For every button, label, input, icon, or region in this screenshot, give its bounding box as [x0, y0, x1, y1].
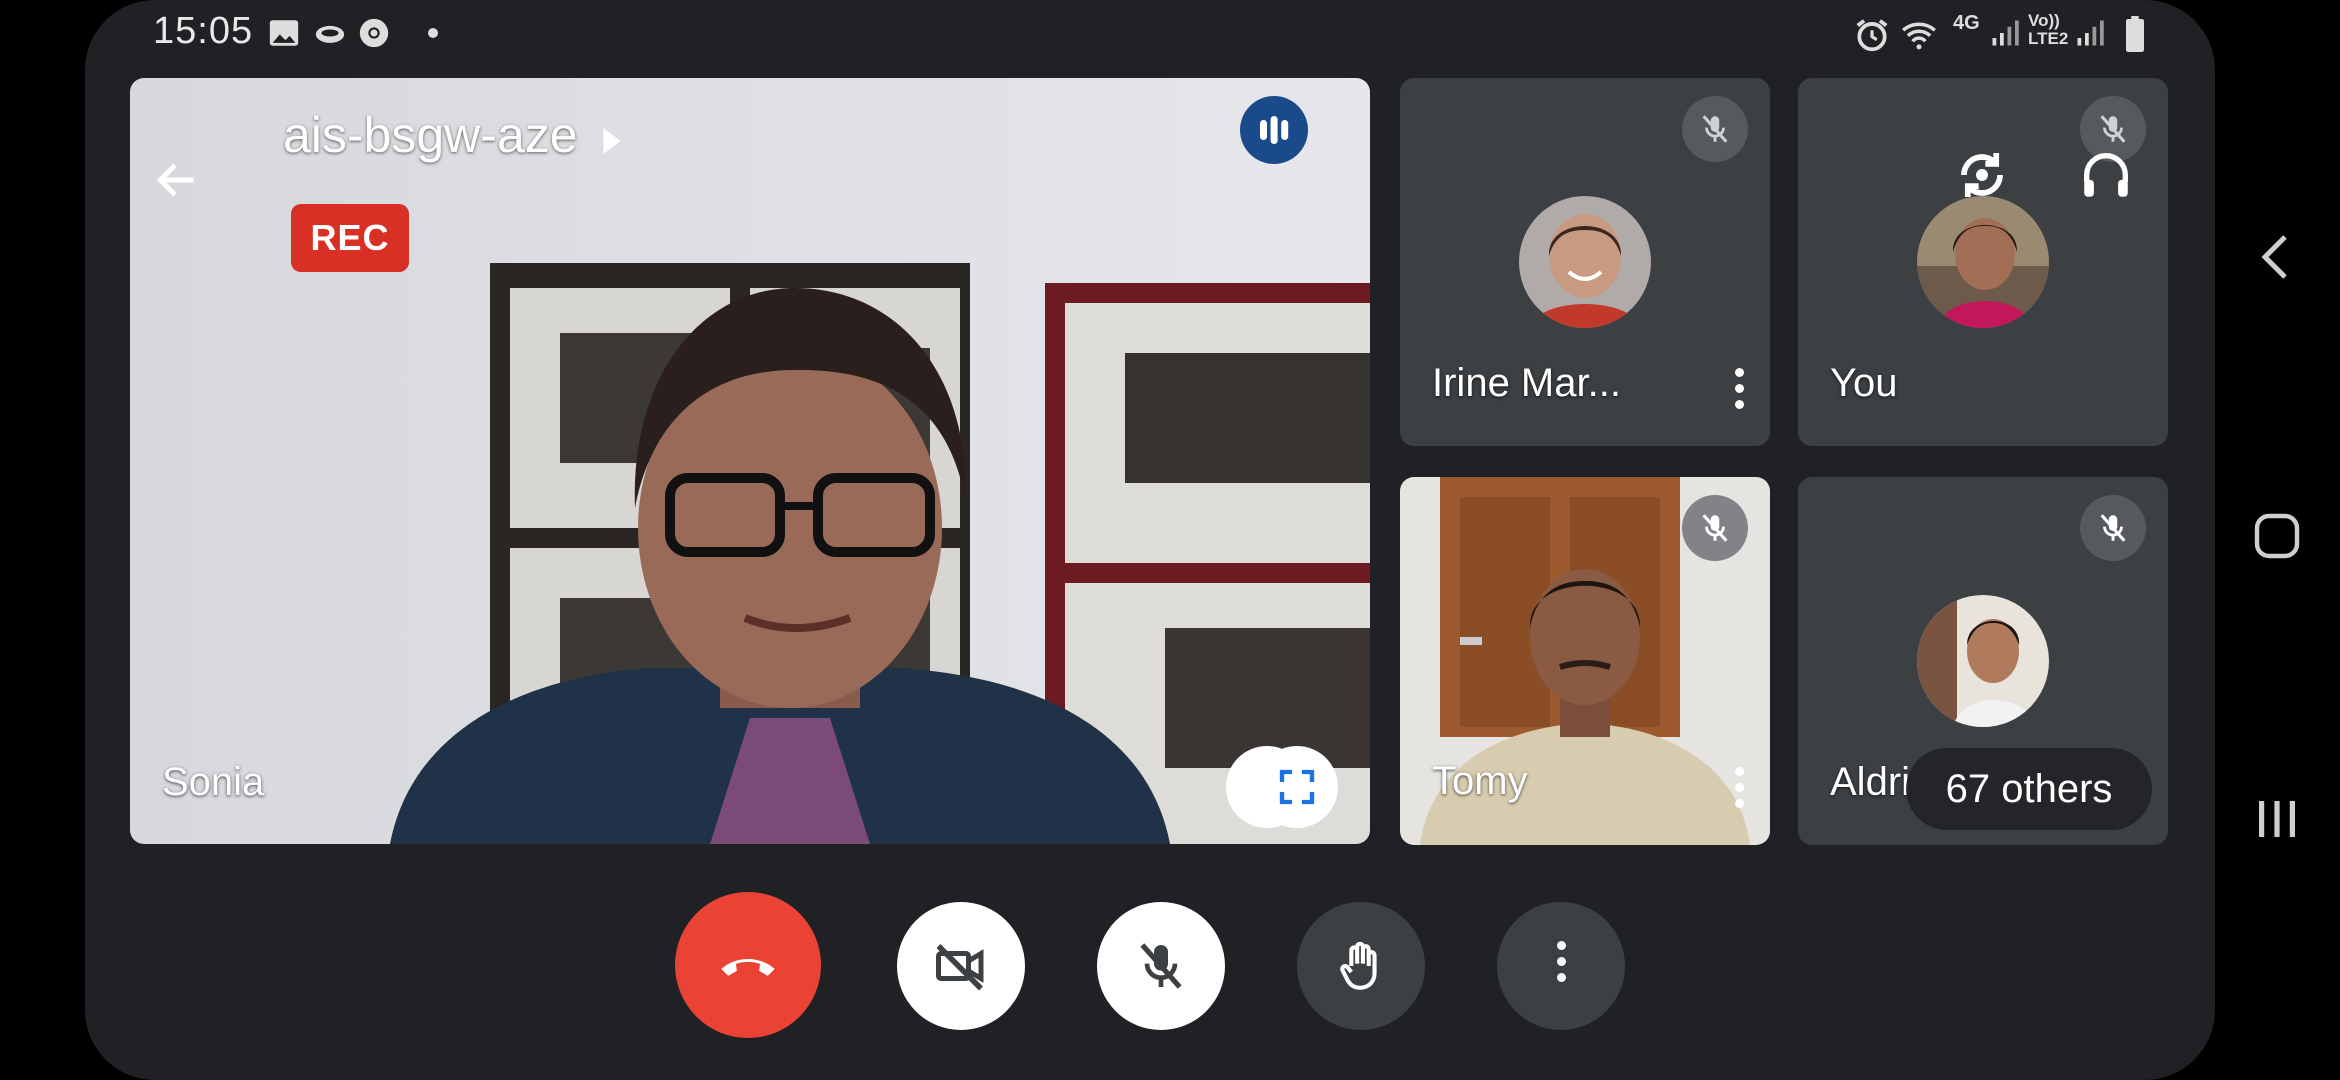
participant-name: Sonia: [162, 760, 265, 804]
volte-text: Vo)): [2028, 11, 2060, 30]
avatar: [1519, 196, 1651, 328]
home-nav-icon[interactable]: [2253, 512, 2301, 565]
signal-icon: [2075, 16, 2105, 55]
participant-name: Tomy: [1432, 759, 1528, 803]
lte-text: LTE2: [2028, 29, 2069, 48]
others-count-button[interactable]: 67 others: [1906, 748, 2152, 830]
alarm-icon: [1853, 16, 1891, 59]
network-type-label: 4G: [1953, 12, 1980, 34]
meet-screen: 15:05 4G Vo)) LTE2 ais-bsgw-aze REC Soni…: [85, 0, 2215, 1080]
more-options-icon[interactable]: [1731, 368, 1747, 418]
back-arrow-icon[interactable]: [152, 155, 202, 210]
volte-label: Vo)) LTE2: [2028, 12, 2068, 48]
back-nav-icon[interactable]: [2255, 232, 2295, 287]
battery-icon: [2125, 16, 2145, 57]
main-speaker-tile[interactable]: ais-bsgw-aze REC Sonia: [130, 78, 1370, 844]
end-call-icon: [721, 959, 775, 976]
avatar: [1917, 196, 2049, 328]
meeting-code-text: ais-bsgw-aze: [283, 107, 578, 163]
more-options-icon: [1553, 941, 1569, 991]
recents-nav-icon[interactable]: [2255, 797, 2299, 846]
status-bar: 15:05 4G Vo)) LTE2: [85, 0, 2215, 70]
signal-icon: [1990, 16, 2020, 55]
wifi-icon: [1897, 16, 1941, 59]
system-nav-bar: [2215, 0, 2340, 1080]
speaker-video: [130, 78, 1370, 844]
meeting-code[interactable]: ais-bsgw-aze: [283, 106, 623, 168]
more-options-icon[interactable]: [1731, 767, 1747, 817]
raise-hand-button[interactable]: [1297, 902, 1425, 1030]
cloud-icon: [311, 16, 349, 55]
dot-icon: [427, 26, 439, 44]
participant-name: Aldri: [1830, 760, 1911, 804]
more-options-button[interactable]: [1497, 902, 1625, 1030]
fullscreen-button[interactable]: [1256, 746, 1338, 828]
camera-off-icon: [936, 944, 984, 991]
audio-output-icon[interactable]: [2077, 146, 2135, 209]
raise-hand-icon: [1340, 941, 1377, 990]
camera-toggle-button[interactable]: [897, 902, 1025, 1030]
chrome-icon: [357, 16, 391, 55]
participant-name: You: [1830, 361, 1898, 405]
mic-off-icon: [1682, 96, 1748, 162]
participant-name: Irine Mar...: [1432, 361, 1621, 405]
fullscreen-icon: [1279, 769, 1315, 805]
participant-tile[interactable]: Tomy: [1400, 477, 1770, 845]
status-time: 15:05: [153, 10, 254, 52]
end-call-button[interactable]: [675, 892, 821, 1038]
gallery-icon: [267, 16, 301, 55]
audio-level-icon: [1240, 96, 1308, 164]
mic-toggle-button[interactable]: [1097, 902, 1225, 1030]
self-tile[interactable]: You: [1798, 78, 2168, 446]
participant-tile[interactable]: Irine Mar...: [1400, 78, 1770, 446]
recording-badge: REC: [291, 204, 409, 272]
mic-off-icon: [1682, 495, 1748, 561]
mic-off-icon: [1140, 943, 1182, 989]
caret-right-icon: [601, 110, 623, 168]
avatar: [1917, 595, 2049, 727]
mic-off-icon: [2080, 495, 2146, 561]
